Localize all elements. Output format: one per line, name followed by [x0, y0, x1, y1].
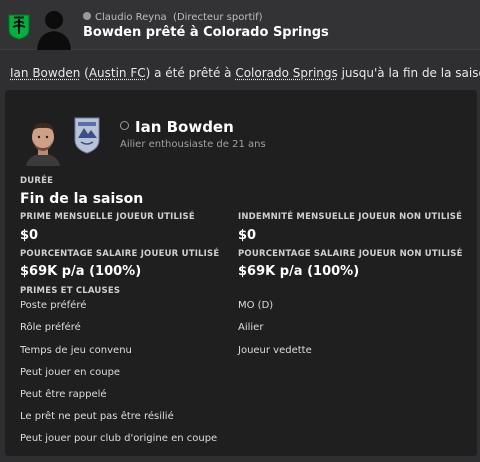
colorado-springs-logo-icon[interactable] [72, 116, 102, 154]
message-subject: Bowden prêté à Colorado Springs [83, 25, 329, 40]
used-bonus-value: $0 [20, 228, 39, 243]
duration-label: DURÉE [20, 176, 54, 186]
clause-item: Peut jouer pour club d'origine en coupe [20, 433, 218, 444]
used-wage-label: POURCENTAGE SALAIRE JOUEUR UTILISÉ [20, 249, 220, 259]
player-face-icon[interactable] [22, 118, 64, 166]
player-name: Ian Bowden [120, 118, 234, 136]
austin-fc-logo-icon[interactable] [8, 14, 30, 40]
intro-paren: ( [80, 66, 89, 80]
message-header: Claudio Reyna (Directeur sportif) Bowden… [0, 0, 480, 50]
sender-name[interactable]: Claudio Reyna [95, 12, 167, 23]
clause-value: MO (D) [238, 300, 274, 311]
clause-item: Le prêt ne peut pas être résilié [20, 411, 174, 422]
intro-tail: jusqu'à la fin de la saison. [341, 66, 480, 80]
person-icon [83, 12, 91, 20]
clause-value: Joueur vedette [238, 345, 312, 356]
player-description: Ailier enthousiaste de 21 ans [120, 139, 266, 150]
clause-value: Ailier [238, 322, 264, 333]
person-silhouette-icon[interactable] [34, 6, 74, 50]
clause-item: Peut être rappelé [20, 389, 107, 400]
unused-fee-label: INDEMNITÉ MENSUELLE JOUEUR NON UTILISÉ [238, 212, 463, 222]
intro-mid: ) a été prêté à [145, 66, 236, 80]
used-bonus-label: PRIME MENSUELLE JOUEUR UTILISÉ [20, 212, 195, 222]
sender-role: (Directeur sportif) [173, 12, 263, 23]
person-icon [120, 121, 129, 130]
unused-fee-value: $0 [238, 228, 257, 243]
destination-club-link[interactable]: Colorado Springs [235, 66, 337, 80]
clause-item: Rôle préféré [20, 322, 81, 333]
club-link[interactable]: Austin FC [89, 66, 146, 80]
clauses-label: PRIMES ET CLAUSES [20, 286, 121, 296]
intro-text: Ian Bowden (Austin FC) a été prêté à Col… [10, 66, 480, 80]
unused-wage-label: POURCENTAGE SALAIRE JOUEUR NON UTILISÉ [238, 249, 463, 259]
clause-item: Peut jouer en coupe [20, 367, 121, 378]
clause-item: Poste préféré [20, 300, 87, 311]
unused-wage-value: $69K p/a (100%) [238, 264, 360, 279]
duration-value: Fin de la saison [20, 191, 144, 207]
sender-line: Claudio Reyna (Directeur sportif) [83, 12, 263, 23]
player-name-text[interactable]: Ian Bowden [135, 118, 234, 136]
player-link[interactable]: Ian Bowden [10, 66, 80, 80]
clause-item: Temps de jeu convenu [20, 345, 132, 356]
used-wage-value: $69K p/a (100%) [20, 264, 142, 279]
